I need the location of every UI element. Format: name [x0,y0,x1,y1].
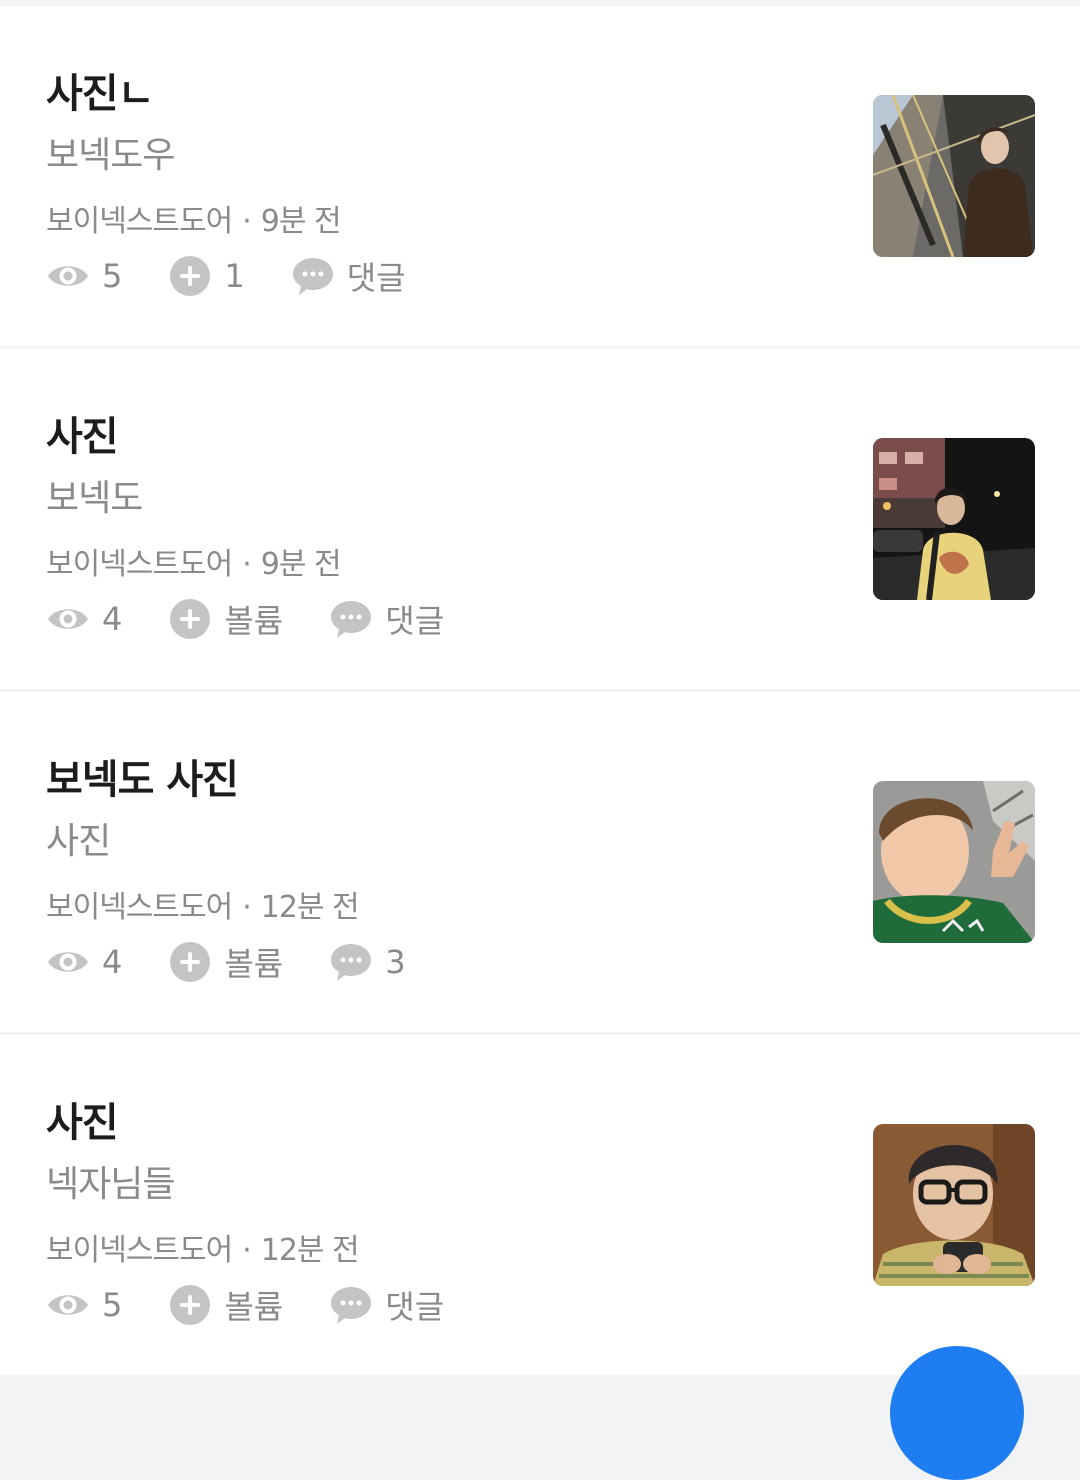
post-time: 12분 전 [260,890,360,925]
post-card[interactable]: 보넥도 사진 사진 보이넥스트도어 · 12분 전 4 볼륨 3 [0,692,1080,1032]
chat-bubble-icon[interactable] [329,940,373,984]
post-stats: 5 1 댓글 [46,254,452,298]
comment-button[interactable]: 댓글 [329,1282,444,1328]
like-count[interactable]: 1 [224,257,244,295]
meta-separator: · [242,547,251,582]
view-count: 5 [46,254,122,298]
night-street-photo [873,438,1035,600]
post-title[interactable]: 사진ㄴ [46,61,154,119]
post-subtitle: 보넥도우 [46,135,175,176]
post-thumbnail[interactable] [873,781,1035,943]
meta-separator: · [242,1233,251,1268]
comment-count[interactable]: 댓글 [385,596,444,642]
view-count-value: 4 [102,943,123,981]
post-title[interactable]: 사진 [46,404,119,462]
board-name: 보이넥스트도어 [46,547,233,582]
like-count[interactable]: 볼륨 [224,1282,283,1328]
view-count-value: 4 [102,600,123,638]
post-meta: 보이넥스트도어 · 12분 전 [46,1225,360,1269]
chat-bubble-icon[interactable] [291,254,335,298]
view-count: 4 [46,940,122,984]
post-stats: 5 볼륨 댓글 [46,1283,490,1327]
post-feed: 사진ㄴ 보넥도우 보이넥스트도어 · 9분 전 5 1 댓글 사진 보넥도 보이… [0,6,1080,1378]
post-time: 9분 전 [260,547,342,582]
meta-separator: · [242,204,251,239]
plus-circle-icon[interactable] [168,597,212,641]
plus-circle-icon[interactable] [168,940,212,984]
plus-circle-icon[interactable] [168,1283,212,1327]
post-thumbnail[interactable] [873,438,1035,600]
post-meta: 보이넥스트도어 · 9분 전 [46,539,342,583]
eye-icon [46,254,90,298]
comment-button[interactable]: 댓글 [329,596,444,642]
board-name: 보이넥스트도어 [46,890,233,925]
comment-button[interactable]: 3 [329,940,406,984]
floating-action-button[interactable] [890,1346,1024,1480]
like-count[interactable]: 볼륨 [224,596,283,642]
selfie-photo [873,781,1035,943]
eye-icon [46,597,90,641]
comment-count[interactable]: 댓글 [347,253,406,299]
post-time: 12분 전 [260,1233,360,1268]
post-subtitle: 넥자님들 [46,1164,175,1205]
post-title[interactable]: 사진 [46,1090,119,1148]
post-title[interactable]: 보넥도 사진 [46,747,239,805]
like-button[interactable]: 볼륨 [168,1282,283,1328]
comment-count[interactable]: 3 [385,943,405,981]
board-name: 보이넥스트도어 [46,204,233,239]
post-card[interactable]: 사진 넥자님들 보이넥스트도어 · 12분 전 5 볼륨 댓글 [0,1035,1080,1375]
chat-bubble-icon[interactable] [329,597,373,641]
eye-icon [46,1283,90,1327]
eye-icon [46,940,90,984]
post-stats: 4 볼륨 3 [46,940,452,984]
meta-separator: · [242,890,251,925]
like-button[interactable]: 1 [168,254,245,298]
post-subtitle: 사진 [46,821,111,862]
post-card[interactable]: 사진ㄴ 보넥도우 보이넥스트도어 · 9분 전 5 1 댓글 [0,6,1080,346]
escalator-photo [873,95,1035,257]
comment-count[interactable]: 댓글 [385,1282,444,1328]
glasses-photo [873,1124,1035,1286]
like-count[interactable]: 볼륨 [224,939,283,985]
post-subtitle: 보넥도 [46,478,143,519]
post-card[interactable]: 사진 보넥도 보이넥스트도어 · 9분 전 4 볼륨 댓글 [0,349,1080,689]
post-meta: 보이넥스트도어 · 9분 전 [46,196,342,240]
plus-circle-icon[interactable] [168,254,212,298]
post-thumbnail[interactable] [873,1124,1035,1286]
chat-bubble-icon[interactable] [329,1283,373,1327]
post-time: 9분 전 [260,204,342,239]
view-count: 4 [46,597,122,641]
post-stats: 4 볼륨 댓글 [46,597,490,641]
like-button[interactable]: 볼륨 [168,596,283,642]
like-button[interactable]: 볼륨 [168,939,283,985]
view-count-value: 5 [102,1286,123,1324]
board-name: 보이넥스트도어 [46,1233,233,1268]
post-meta: 보이넥스트도어 · 12분 전 [46,882,360,926]
view-count: 5 [46,1283,122,1327]
post-thumbnail[interactable] [873,95,1035,257]
view-count-value: 5 [102,257,123,295]
comment-button[interactable]: 댓글 [291,253,406,299]
